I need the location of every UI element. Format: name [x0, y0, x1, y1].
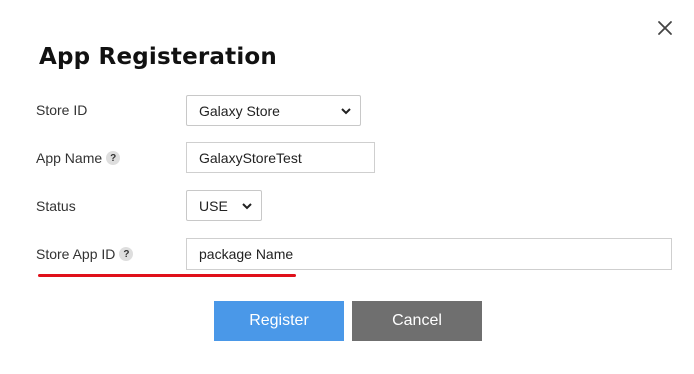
- store-id-label: Store ID: [36, 100, 87, 120]
- store-app-id-label-text: Store App ID: [36, 246, 116, 262]
- highlight-underline: [38, 274, 296, 277]
- status-label: Status: [36, 196, 76, 216]
- dialog-title: App Registeration: [39, 44, 277, 70]
- cancel-button[interactable]: Cancel: [352, 301, 482, 341]
- store-app-id-label: Store App ID ?: [36, 244, 134, 264]
- status-select-value: USE: [199, 197, 228, 214]
- chevron-down-icon: [341, 108, 351, 115]
- store-id-select-value: Galaxy Store: [199, 102, 280, 119]
- app-registration-dialog: App Registeration Store ID Galaxy Store …: [0, 0, 694, 374]
- chevron-down-icon: [242, 203, 252, 210]
- register-button[interactable]: Register: [214, 301, 344, 341]
- store-id-label-text: Store ID: [36, 102, 88, 118]
- store-id-select[interactable]: Galaxy Store: [186, 95, 361, 126]
- status-select[interactable]: USE: [186, 190, 262, 221]
- app-name-value: GalaxyStoreTest: [199, 149, 302, 166]
- app-name-label: App Name ?: [36, 148, 121, 168]
- store-app-id-value: package Name: [199, 246, 294, 262]
- app-name-field[interactable]: GalaxyStoreTest: [186, 142, 375, 173]
- close-icon[interactable]: [655, 18, 675, 38]
- app-name-label-text: App Name: [36, 150, 103, 166]
- store-app-id-field[interactable]: package Name: [186, 238, 672, 270]
- status-label-text: Status: [36, 198, 76, 214]
- help-icon[interactable]: ?: [106, 151, 121, 165]
- help-icon[interactable]: ?: [119, 247, 134, 261]
